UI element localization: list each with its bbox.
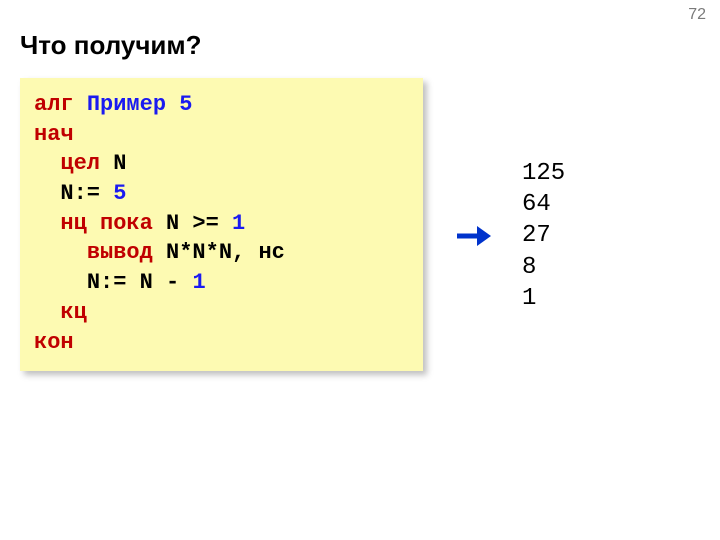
pad bbox=[34, 240, 87, 265]
kw-print: вывод bbox=[87, 240, 153, 265]
program-name: Пример 5 bbox=[87, 92, 193, 117]
decl-n: N bbox=[100, 151, 126, 176]
code-block: алг Пример 5 нач цел N N:= 5 нц пока N >… bbox=[20, 78, 423, 371]
pad bbox=[34, 181, 60, 206]
program-output: 125 64 27 8 1 bbox=[522, 158, 565, 314]
slide-title: Что получим? bbox=[20, 30, 202, 61]
kw-alg: алг bbox=[34, 92, 74, 117]
cond: N >= bbox=[153, 211, 232, 236]
sp bbox=[74, 92, 87, 117]
kw-begin: нач bbox=[34, 122, 74, 147]
page-number: 72 bbox=[688, 6, 706, 24]
assign-n: N:= bbox=[60, 181, 113, 206]
pad bbox=[34, 300, 60, 325]
pad bbox=[34, 270, 87, 295]
assign-dec: N:= N - bbox=[87, 270, 193, 295]
num-1a: 1 bbox=[232, 211, 245, 236]
pad bbox=[34, 151, 60, 176]
num-5: 5 bbox=[113, 181, 126, 206]
print-expr: N*N*N, нс bbox=[153, 240, 285, 265]
pad bbox=[34, 211, 60, 236]
kw-end: кон bbox=[34, 330, 74, 355]
kw-int: цел bbox=[60, 151, 100, 176]
kw-endloop: кц bbox=[60, 300, 86, 325]
num-1b: 1 bbox=[192, 270, 205, 295]
arrow-right-icon bbox=[455, 222, 491, 250]
kw-while: нц пока bbox=[60, 211, 152, 236]
